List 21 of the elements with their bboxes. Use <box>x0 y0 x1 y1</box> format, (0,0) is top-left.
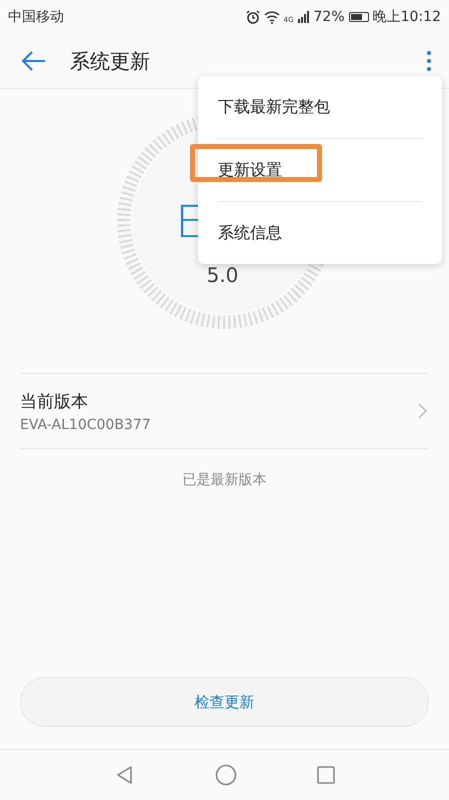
battery-icon <box>348 12 369 22</box>
status-text: 已是最新版本 <box>182 471 268 489</box>
signal-icon <box>298 11 310 23</box>
home-icon[interactable] <box>214 764 236 786</box>
page-title: 系统更新 <box>70 48 151 74</box>
back-icon[interactable] <box>114 765 134 785</box>
check-update-button[interactable]: 检查更新 <box>20 677 429 727</box>
alarm-icon <box>246 10 260 24</box>
carrier-name: 中国移动 <box>8 8 64 26</box>
menu-item[interactable]: 更新设置 <box>198 139 442 201</box>
back-arrow-icon[interactable] <box>22 51 46 71</box>
row-title: 当前版本 <box>20 390 89 412</box>
clock: 晚上10:12 <box>372 8 441 26</box>
menu-item[interactable]: 下载最新完整包 <box>198 76 442 138</box>
recents-icon[interactable] <box>316 766 334 784</box>
wifi-icon <box>264 10 280 24</box>
row-value: EVA-AL10C00B377 <box>20 416 151 432</box>
battery-percent: 72% <box>314 9 345 25</box>
chevron-icon <box>418 403 427 419</box>
version-number: 5.0 <box>206 263 238 287</box>
version-row[interactable]: 当前版本 EVA-AL10C00B377 <box>20 373 429 449</box>
